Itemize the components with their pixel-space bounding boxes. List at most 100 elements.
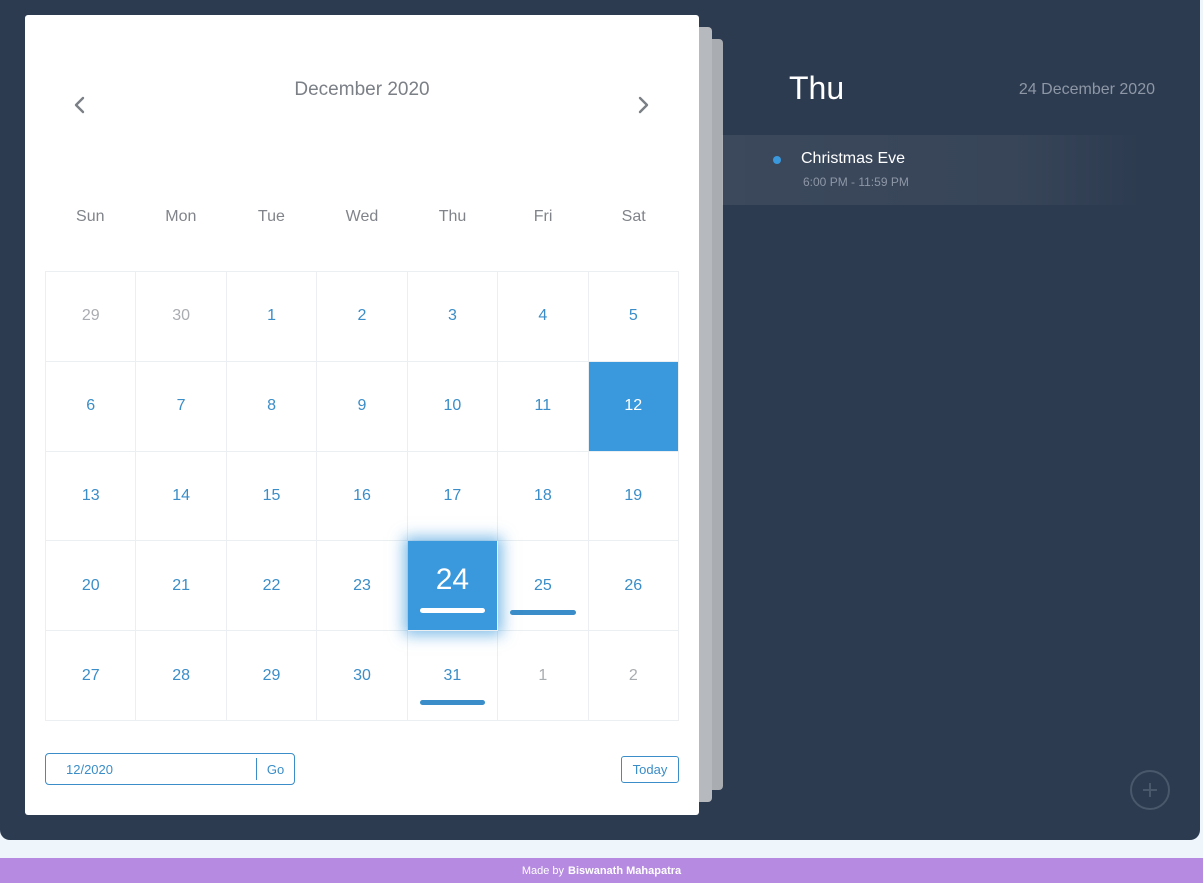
day-cell[interactable]: 2 bbox=[317, 272, 408, 362]
day-cell[interactable]: 2 bbox=[588, 631, 679, 721]
day-cell[interactable]: 23 bbox=[317, 541, 408, 632]
day-cell[interactable]: 29 bbox=[46, 272, 137, 362]
day-number: 26 bbox=[624, 576, 643, 594]
day-cell[interactable]: 19 bbox=[588, 451, 679, 542]
day-cell[interactable]: 30 bbox=[136, 272, 227, 362]
day-number: 6 bbox=[86, 397, 96, 415]
day-number: 15 bbox=[262, 486, 281, 504]
day-number: 31 bbox=[443, 666, 462, 684]
day-cell[interactable]: 1 bbox=[498, 631, 589, 721]
day-cell[interactable]: 17 bbox=[407, 451, 499, 542]
day-cell[interactable]: 1 bbox=[226, 272, 318, 362]
day-number: 13 bbox=[81, 486, 100, 504]
footer: Made by Biswanath Mahapatra bbox=[0, 858, 1203, 883]
day-number: 1 bbox=[267, 307, 277, 325]
month-jump-form: Go bbox=[45, 753, 295, 785]
day-cell[interactable]: 7 bbox=[136, 361, 227, 452]
day-cell[interactable]: 12 bbox=[588, 361, 679, 452]
event-indicator bbox=[419, 700, 486, 705]
day-number: 8 bbox=[267, 397, 277, 415]
event-title: Christmas Eve bbox=[801, 150, 906, 167]
day-number: 7 bbox=[176, 397, 186, 415]
day-cell[interactable]: 14 bbox=[136, 451, 227, 542]
day-number: 25 bbox=[533, 576, 552, 594]
day-cell[interactable]: 5 bbox=[588, 272, 679, 362]
event-dot-icon bbox=[773, 156, 781, 164]
day-cell[interactable]: 11 bbox=[498, 361, 589, 452]
day-number: 30 bbox=[172, 307, 191, 325]
day-cell[interactable]: 16 bbox=[317, 451, 408, 542]
next-month-button[interactable] bbox=[623, 83, 663, 127]
calendar-card: December 2020 Sun Mon Tue Wed Thu Fri Sat 29 30… bbox=[25, 15, 699, 815]
go-button[interactable]: Go bbox=[256, 758, 294, 780]
day-cell[interactable]: 24 bbox=[407, 541, 499, 632]
weekday-fri: Fri bbox=[533, 208, 553, 225]
day-cell[interactable]: 27 bbox=[46, 631, 137, 721]
day-cell[interactable]: 15 bbox=[226, 451, 318, 542]
day-number: 2 bbox=[628, 666, 638, 684]
day-cell[interactable]: 21 bbox=[136, 541, 227, 632]
day-cell[interactable]: 20 bbox=[46, 541, 137, 632]
chevron-right-icon bbox=[638, 96, 649, 114]
weekday-thu: Thu bbox=[438, 208, 467, 225]
weekday-sat: Sat bbox=[621, 208, 646, 225]
day-number: 11 bbox=[534, 397, 552, 415]
day-number: 24 bbox=[435, 563, 470, 597]
calendar-grid: 29 30 1 2 3 4 5 6 7 8 9 10 11 12 13 14 15 16 17 18 19 20 21 22 2… bbox=[45, 271, 679, 721]
day-cell[interactable]: 30 bbox=[317, 631, 408, 721]
day-number: 19 bbox=[624, 486, 643, 504]
month-title: December 2020 bbox=[294, 79, 430, 100]
day-number: 18 bbox=[533, 486, 552, 504]
month-jump-input[interactable] bbox=[46, 754, 256, 784]
weekday-tue: Tue bbox=[257, 208, 285, 225]
day-number: 20 bbox=[81, 576, 100, 594]
today-button[interactable]: Today bbox=[621, 756, 679, 783]
day-number: 3 bbox=[447, 307, 457, 325]
event-time: 6:00 PM - 11:59 PM bbox=[803, 175, 909, 189]
day-cell[interactable]: 22 bbox=[226, 541, 318, 632]
day-number: 16 bbox=[353, 486, 371, 504]
day-cell[interactable]: 18 bbox=[498, 451, 589, 542]
event-item[interactable]: Christmas Eve 6:00 PM - 11:59 PM bbox=[722, 135, 1142, 205]
day-cell[interactable]: 26 bbox=[588, 541, 679, 632]
weekday-header-row: Sun Mon Tue Wed Thu Fri Sat bbox=[45, 208, 679, 226]
day-number: 21 bbox=[172, 576, 191, 594]
selected-full-date: 24 December 2020 bbox=[1018, 81, 1155, 98]
weekday-sun: Sun bbox=[76, 208, 105, 225]
day-number: 4 bbox=[538, 307, 548, 325]
day-cell[interactable]: 9 bbox=[317, 361, 408, 452]
footer-author[interactable]: Biswanath Mahapatra bbox=[568, 865, 681, 877]
day-number: 27 bbox=[81, 666, 100, 684]
day-number: 28 bbox=[172, 666, 191, 684]
day-number: 14 bbox=[172, 486, 191, 504]
event-indicator bbox=[419, 608, 486, 614]
day-number: 17 bbox=[443, 486, 462, 504]
day-number: 10 bbox=[443, 397, 462, 415]
day-cell[interactable]: 28 bbox=[136, 631, 227, 721]
day-cell[interactable]: 10 bbox=[407, 361, 499, 452]
day-cell[interactable]: 31 bbox=[407, 631, 499, 721]
selected-day-name: Thu bbox=[789, 70, 845, 106]
add-event-button[interactable] bbox=[1130, 770, 1170, 810]
day-number: 29 bbox=[81, 307, 100, 325]
day-number: 29 bbox=[262, 666, 281, 684]
day-cell[interactable]: 25 bbox=[498, 541, 589, 632]
event-indicator bbox=[510, 610, 576, 616]
day-number: 22 bbox=[262, 576, 281, 594]
footer-prefix: Made by bbox=[521, 864, 565, 877]
day-number: 5 bbox=[628, 307, 638, 325]
day-number: 2 bbox=[357, 307, 367, 325]
day-cell[interactable]: 4 bbox=[498, 272, 589, 362]
day-cell[interactable]: 3 bbox=[407, 272, 499, 362]
day-cell[interactable]: 8 bbox=[226, 361, 318, 452]
day-number: 9 bbox=[357, 397, 367, 415]
day-number: 1 bbox=[538, 666, 548, 684]
day-cell[interactable]: 29 bbox=[226, 631, 318, 721]
day-number: 12 bbox=[624, 397, 643, 415]
day-number: 30 bbox=[353, 666, 371, 684]
day-cell[interactable]: 6 bbox=[46, 361, 137, 452]
plus-icon bbox=[1143, 783, 1157, 797]
weekday-mon: Mon bbox=[165, 208, 197, 225]
day-cell[interactable]: 13 bbox=[46, 451, 137, 542]
day-number: 23 bbox=[353, 576, 371, 594]
